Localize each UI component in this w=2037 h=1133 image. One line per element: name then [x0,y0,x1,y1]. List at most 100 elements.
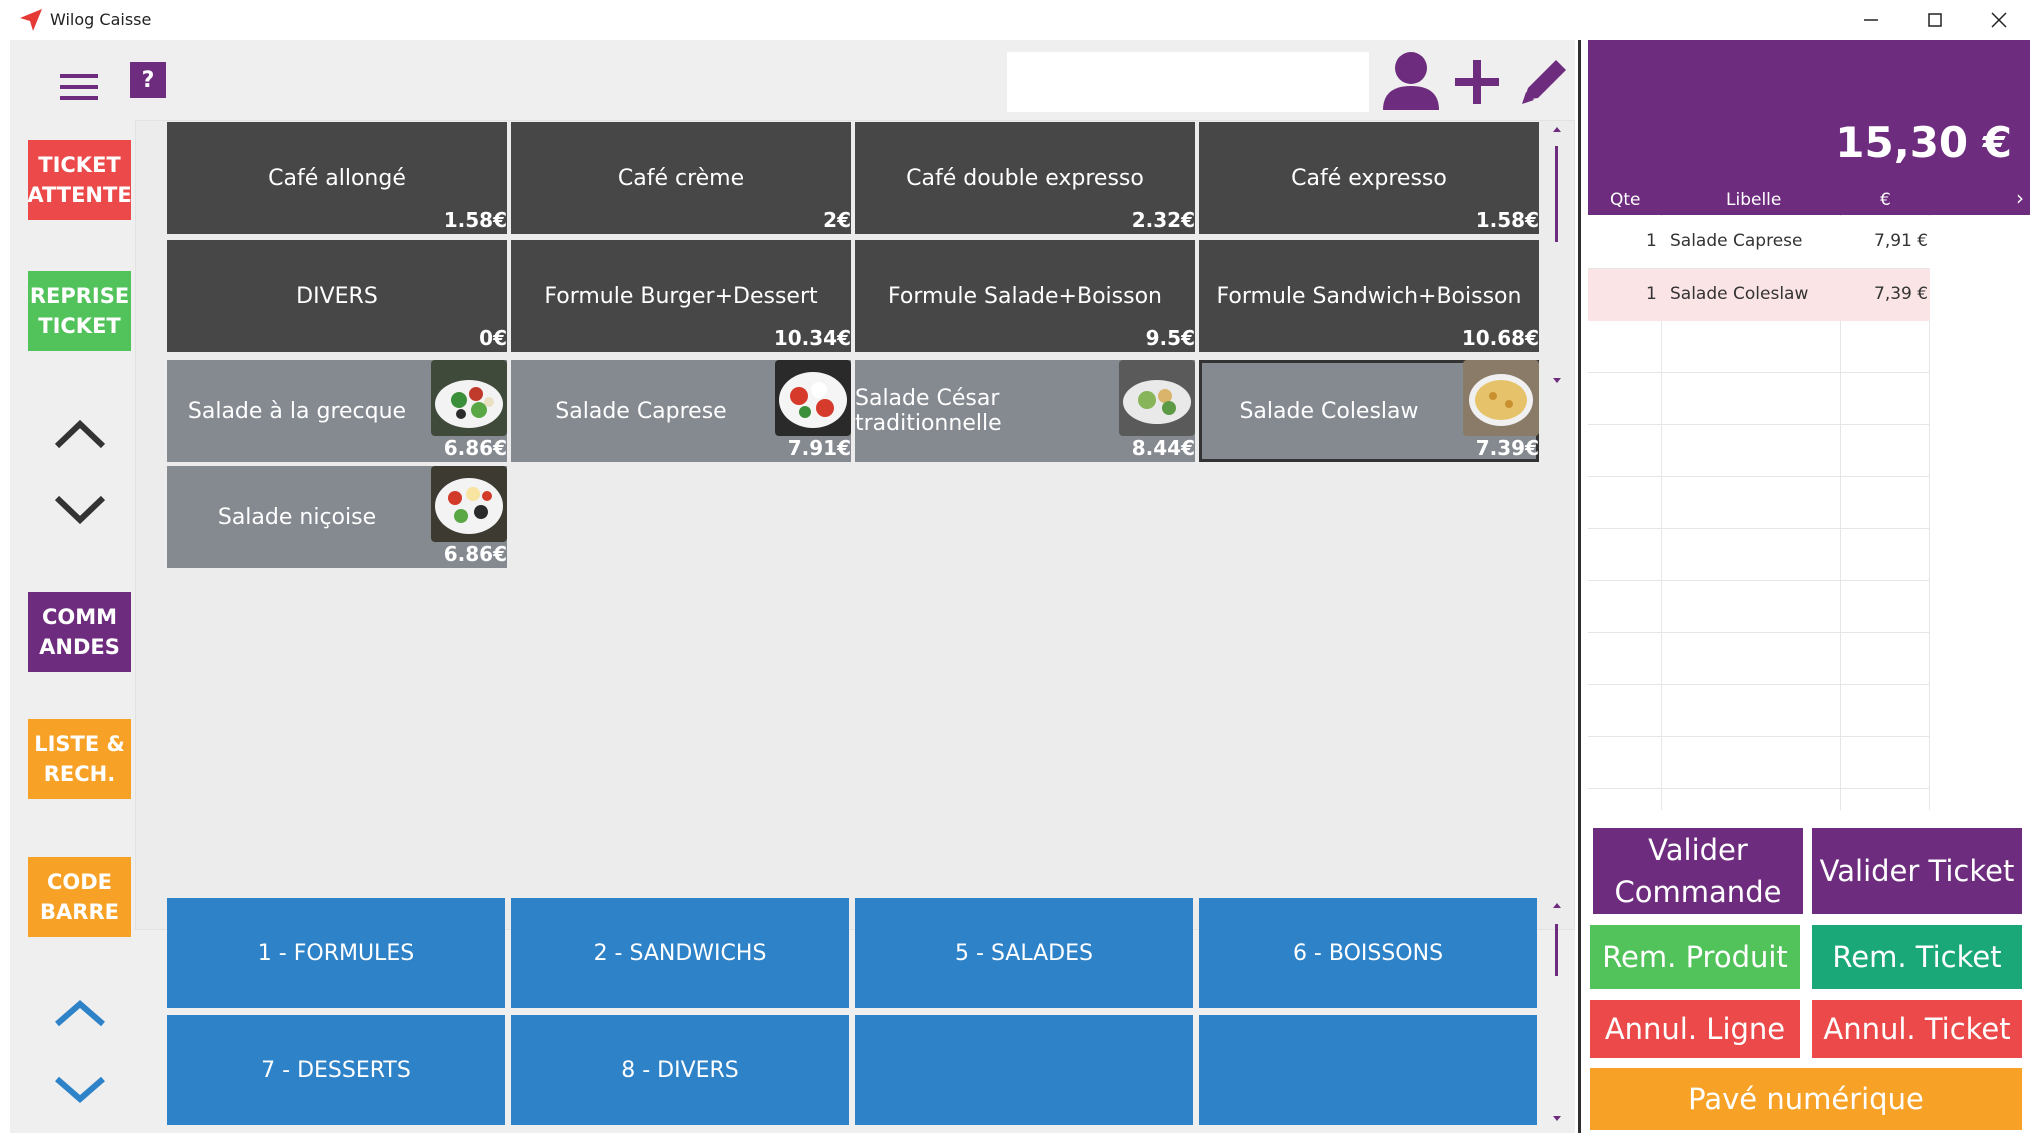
product-name: Formule Salade+Boisson [888,283,1162,309]
grid-row-line [1588,372,1930,373]
grid-row-line [1588,580,1930,581]
product-price: 7.39€ [1475,436,1539,460]
product-price: 1.58€ [443,208,507,232]
product-price: 8.44€ [1131,436,1195,460]
product-price: 0€ [479,326,507,350]
edit-button[interactable] [1514,52,1572,112]
product-tile[interactable]: Formule Burger+Dessert 10.34€ [511,240,851,352]
categories-scroll-up-button[interactable] [45,990,115,1040]
ticket-line-label: Salade Caprese [1670,231,1803,251]
annuler-ligne-button[interactable]: Annul. Ligne [1590,1000,1800,1058]
grid-row-line [1588,632,1930,633]
category-empty[interactable] [855,1015,1193,1125]
categories-scroll-down-button[interactable] [45,1065,115,1115]
product-tile[interactable]: Café allongé 1.58€ [167,122,507,234]
product-name: Café crème [617,165,745,191]
valider-commande-button[interactable]: Valider Commande [1593,828,1803,914]
salad-photo-icon [775,360,851,436]
products-scroll-down-button[interactable] [45,484,115,534]
reprise-ticket-button[interactable]: REPRISE TICKET [28,271,131,351]
pencil-icon [1522,60,1566,104]
product-name: Salade César traditionnelle [855,386,1002,436]
product-tile[interactable]: Salade niçoise 6.86€ [167,466,507,568]
customer-button[interactable] [1378,48,1444,114]
minimize-icon [1864,19,1878,21]
product-tile[interactable]: Salade César traditionnelle 8.44€ [855,360,1195,462]
product-tile[interactable]: Salade Caprese 7.91€ [511,360,851,462]
main-area: ? TICKET ATTENTE REPRISE TICKET COMM AND… [10,40,1575,1133]
product-price: 2€ [823,208,851,232]
product-price: 6.86€ [443,542,507,566]
column-label-header: Libelle [1726,190,1782,210]
column-qty-header: Qte [1610,190,1641,210]
product-price: 6.86€ [443,436,507,460]
ticket-total: 15,30 € [1835,118,2012,167]
ticket-line-price: 7,91 € [1874,231,1929,251]
products-scroll-up-button[interactable] [45,410,115,460]
ticket-header: 15,30 € Qte Libelle € › [1588,40,2030,215]
product-tile[interactable]: Salade Coleslaw 7.39€ [1199,360,1539,462]
ticket-line-selected[interactable]: 1 Salade Coleslaw 7,39 € [1588,269,1930,321]
category-empty[interactable] [1199,1015,1537,1125]
product-tile[interactable]: DIVERS 0€ [167,240,507,352]
product-tile[interactable]: Café double expresso 2.32€ [855,122,1195,234]
product-price: 2.32€ [1131,208,1195,232]
category-sandwichs[interactable]: 2 - SANDWICHS [511,898,849,1008]
chevron-down-icon [54,495,106,525]
salad-photo-icon [1119,360,1195,436]
add-button[interactable] [1448,52,1506,112]
remise-ticket-button[interactable]: Rem. Ticket [1812,925,2022,989]
product-tile[interactable]: Café crème 2€ [511,122,851,234]
scrollbar-track-icon [1553,127,1561,383]
salad-photo-icon [1463,360,1539,436]
product-tile[interactable]: Formule Sandwich+Boisson 10.68€ [1199,240,1539,352]
category-formules[interactable]: 1 - FORMULES [167,898,505,1008]
grid-row-line [1588,736,1930,737]
product-price: 10.68€ [1461,326,1539,350]
product-tile[interactable]: Salade à la grecque 6.86€ [167,360,507,462]
grid-row-line [1588,424,1930,425]
search-input[interactable] [1007,52,1369,112]
category-boissons[interactable]: 6 - BOISSONS [1199,898,1537,1008]
product-name: Salade Coleslaw [1239,398,1419,424]
ticket-line[interactable]: 1 Salade Caprese 7,91 € [1588,216,1930,268]
product-tile[interactable]: Café expresso 1.58€ [1199,122,1539,234]
pave-numerique-button[interactable]: Pavé numérique [1590,1068,2022,1130]
code-barre-button[interactable]: CODE BARRE [28,857,131,937]
product-name: Salade niçoise [217,504,377,530]
grid-row-line [1588,528,1930,529]
categories-scrollbar[interactable] [1551,900,1563,1126]
scrollbar-track-icon [1553,903,1561,1121]
help-button[interactable]: ? [130,62,166,98]
liste-recherche-button[interactable]: LISTE & RECH. [28,719,131,799]
grid-row-line [1588,684,1930,685]
window-title: Wilog Caisse [50,10,152,29]
commandes-button[interactable]: COMM ANDES [28,592,131,672]
close-button[interactable] [1967,0,2031,40]
category-salades[interactable]: 5 - SALADES [855,898,1193,1008]
grid-row-line [1588,476,1930,477]
valider-ticket-button[interactable]: Valider Ticket [1812,828,2022,914]
menu-button[interactable] [48,64,110,110]
maximize-icon [1928,13,1942,27]
product-price: 10.34€ [773,326,851,350]
annuler-ticket-button[interactable]: Annul. Ticket [1812,1000,2022,1058]
close-icon [1991,12,2007,28]
scroll-columns-right-button[interactable]: › [2016,186,2024,210]
minimize-button[interactable] [1839,0,1903,40]
column-price-header: € [1880,190,1891,210]
salad-photo-icon [431,360,507,436]
product-price: 7.91€ [787,436,851,460]
ticket-attente-button[interactable]: TICKET ATTENTE [27,140,132,220]
ticket-line-price: 7,39 € [1874,284,1929,304]
plus-icon [1455,60,1499,104]
remise-produit-button[interactable]: Rem. Produit [1590,925,1800,989]
product-name: DIVERS [296,283,378,309]
category-divers[interactable]: 8 - DIVERS [511,1015,849,1125]
hamburger-icon [60,74,98,100]
products-scrollbar[interactable] [1551,124,1563,388]
product-tile[interactable]: Formule Salade+Boisson 9.5€ [855,240,1195,352]
category-desserts[interactable]: 7 - DESSERTS [167,1015,505,1125]
chevron-up-icon [55,1000,105,1027]
maximize-button[interactable] [1903,0,1967,40]
